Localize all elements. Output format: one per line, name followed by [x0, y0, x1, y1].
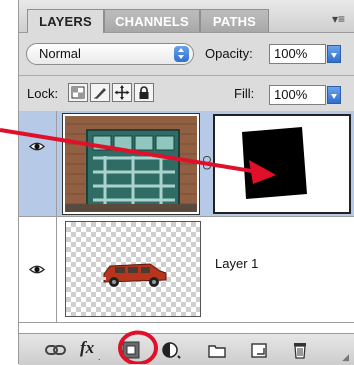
annotation-overlay [0, 128, 276, 364]
annotation-arrow-head [249, 160, 276, 184]
annotation-circle [118, 330, 158, 364]
annotation-arrow-line [0, 128, 259, 174]
